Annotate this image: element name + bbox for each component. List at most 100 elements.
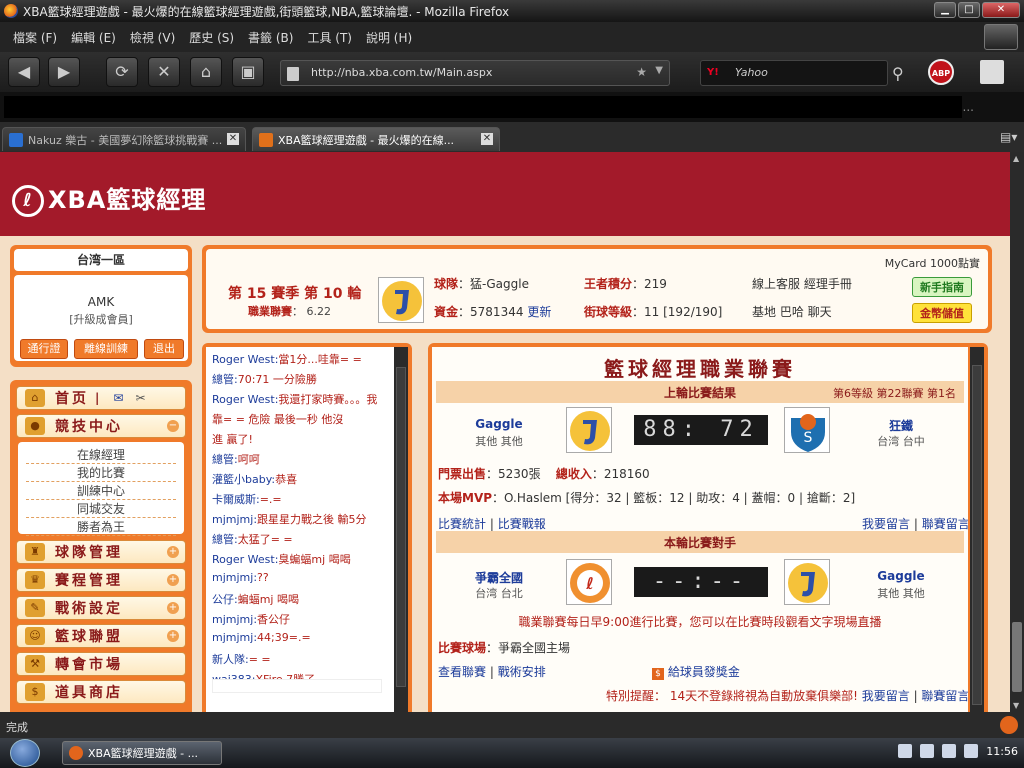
chat-user[interactable]: Roger West [212,353,275,366]
sidebar-item-team-management[interactable]: ♜ 球隊管理 + [16,540,186,564]
chat-user[interactable]: 公仔 [212,593,234,606]
firefox-status-icon[interactable] [1000,716,1018,734]
menu-view[interactable]: 檢視 (V) [130,29,175,46]
tab-close-icon[interactable]: ✕ [481,133,493,145]
passport-button[interactable]: 通行證 [20,339,68,359]
taskbar-item-firefox[interactable]: XBA籃球經理遊戲 - ... [62,741,222,765]
chat-input[interactable] [212,679,382,693]
newbie-guide-button[interactable]: 新手指南 [912,277,972,297]
player-bonus-link[interactable]: 給球員發獎金 [668,665,740,679]
collapse-icon[interactable]: − [167,420,179,432]
start-button[interactable] [10,739,40,767]
volume-icon[interactable] [964,744,979,758]
chat-scrollbar[interactable] [394,347,408,712]
page-scrollbar-thumb[interactable] [1012,622,1022,692]
stop-button[interactable]: ✕ [148,57,180,87]
next-home-team[interactable]: 爭霸全國 [454,569,544,586]
chat-user[interactable]: 灌籃小baby [212,473,271,486]
submenu-winner-king[interactable]: 勝者為王 [26,518,176,536]
back-button[interactable]: ◀ [8,57,40,87]
membership-rank[interactable]: [升級成會員] [14,311,188,327]
submenu-local-friends[interactable]: 同城交友 [26,500,176,518]
menu-bookmarks[interactable]: 書籤 (B) [248,29,293,46]
profile-avatar[interactable] [984,24,1018,50]
menu-help[interactable]: 說明 (H) [366,29,412,46]
help-icon[interactable] [920,744,935,758]
bookmark-star-icon[interactable]: ★ [636,65,647,79]
adblock-plus-icon[interactable]: ABP [928,59,954,85]
sidebar-item-item-shop[interactable]: $ 道具商店 [16,680,186,704]
sidebar-item-league[interactable]: ☺ 籃球聯盟 + [16,624,186,648]
logout-button[interactable]: 退出 [144,339,184,359]
username-link[interactable]: AMK [14,295,188,309]
url-bar[interactable]: http://nba.xba.com.tw/Main.aspx ★ ▼ [280,60,670,86]
chat-user[interactable]: 新人隊 [212,653,245,666]
forward-button[interactable]: ▶ [48,57,80,87]
mycard-link[interactable]: MyCard 1000點實 [885,255,980,271]
sidebar-item-schedule[interactable]: ♛ 賽程管理 + [16,568,186,592]
network-icon[interactable] [942,744,957,758]
close-button[interactable]: ✕ [982,2,1020,18]
league-comment-link[interactable]: 聯賽留言 [922,517,968,531]
last-home-team[interactable]: Gaggle [454,417,544,431]
league-comment-link-2[interactable]: 聯賽留言 [921,689,968,703]
league-panel-scrollbar[interactable] [970,347,984,712]
menu-history[interactable]: 歷史 (S) [189,29,234,46]
next-away-team[interactable]: Gaggle [856,569,946,583]
sidebar-item-tactics[interactable]: ✎ 戰術設定 + [16,596,186,620]
chat-user[interactable]: mjmjmj [212,571,253,584]
submenu-my-matches[interactable]: 我的比賽 [26,464,176,482]
menu-edit[interactable]: 編輯 (E) [71,29,116,46]
leave-comment-link-2[interactable]: 我要留言 [862,689,910,703]
service-links[interactable]: 線上客服 經理手冊 [752,275,852,292]
menu-tools[interactable]: 工具 (T) [307,29,352,46]
clock[interactable]: 11:56 [986,745,1018,758]
match-stats-link[interactable]: 比賽統計 [438,517,486,531]
chat-user[interactable]: mjmjmj [212,631,253,644]
bookmarks-overflow[interactable]: ... [963,100,974,114]
mail-icon[interactable]: ✉ [113,391,123,405]
tab-xba[interactable]: XBA籃球經理遊戲 - 最火爆的在線... ✕ [252,127,500,151]
gold-topup-button[interactable]: 金幣儲值 [912,303,972,323]
expand-icon[interactable]: + [167,546,179,558]
ime-icon[interactable] [898,744,913,758]
maximize-button[interactable]: □ [958,2,980,18]
home-button[interactable]: ⌂ [190,57,222,87]
expand-icon[interactable]: + [167,602,179,614]
search-input[interactable]: Y! Yahoo [700,60,888,86]
match-report-link[interactable]: 比賽戰報 [498,517,546,531]
reload-button[interactable]: ⟳ [106,57,138,87]
chat-user[interactable]: mjmjmj [212,513,253,526]
tab-list-icon[interactable]: ▤▾ [1000,130,1020,146]
tab-nakuz[interactable]: Nakuz 樂古 - 美國夢幻除籃球挑戰賽 ... ✕ [2,127,246,151]
tab-close-icon[interactable]: ✕ [227,133,239,145]
minimize-button[interactable]: ▁ [934,2,956,18]
chat-user[interactable]: Roger West [212,553,275,566]
submenu-training-center[interactable]: 訓練中心 [26,482,176,500]
url-text[interactable]: http://nba.xba.com.tw/Main.aspx [311,66,492,79]
tactics-link[interactable]: 戰術安排 [498,665,546,679]
sidebar-item-transfer-market[interactable]: ⚒ 轉會市場 [16,652,186,676]
site-logo[interactable]: ℓ XBA籃球經理 [12,180,206,217]
community-links[interactable]: 基地 巴哈 聊天 [752,303,832,320]
search-icon[interactable]: ⚲ [892,64,904,83]
sidebar-item-arena[interactable]: ● 競技中心 − [16,414,186,438]
chat-user[interactable]: 總管 [212,533,234,546]
offline-training-button[interactable]: 離線訓練 [74,339,138,359]
funds-update-link[interactable]: 更新 [527,305,551,319]
chat-user[interactable]: Roger West [212,393,275,406]
url-dropdown-icon[interactable]: ▼ [655,65,663,76]
leave-comment-link[interactable]: 我要留言 [862,517,910,531]
last-away-team[interactable]: 狂鐵 [856,417,946,434]
tools-icon[interactable]: ✂ [135,391,145,405]
sidebar-item-home[interactable]: ⌂ 首页 | ✉ ✂ [16,386,186,410]
page-scrollbar[interactable]: ▲ ▼ [1010,152,1024,712]
chat-user[interactable]: 總管 [212,453,234,466]
screenshot-extension-icon[interactable]: ▣ [232,57,264,87]
expand-icon[interactable]: + [167,574,179,586]
chat-user[interactable]: 卡爾威斯 [212,493,256,506]
expand-icon[interactable]: + [167,630,179,642]
yahoo-engine-icon[interactable]: Y! [707,67,719,78]
notes-extension-icon[interactable] [980,60,1004,84]
view-league-link[interactable]: 查看聯賽 [438,665,486,679]
